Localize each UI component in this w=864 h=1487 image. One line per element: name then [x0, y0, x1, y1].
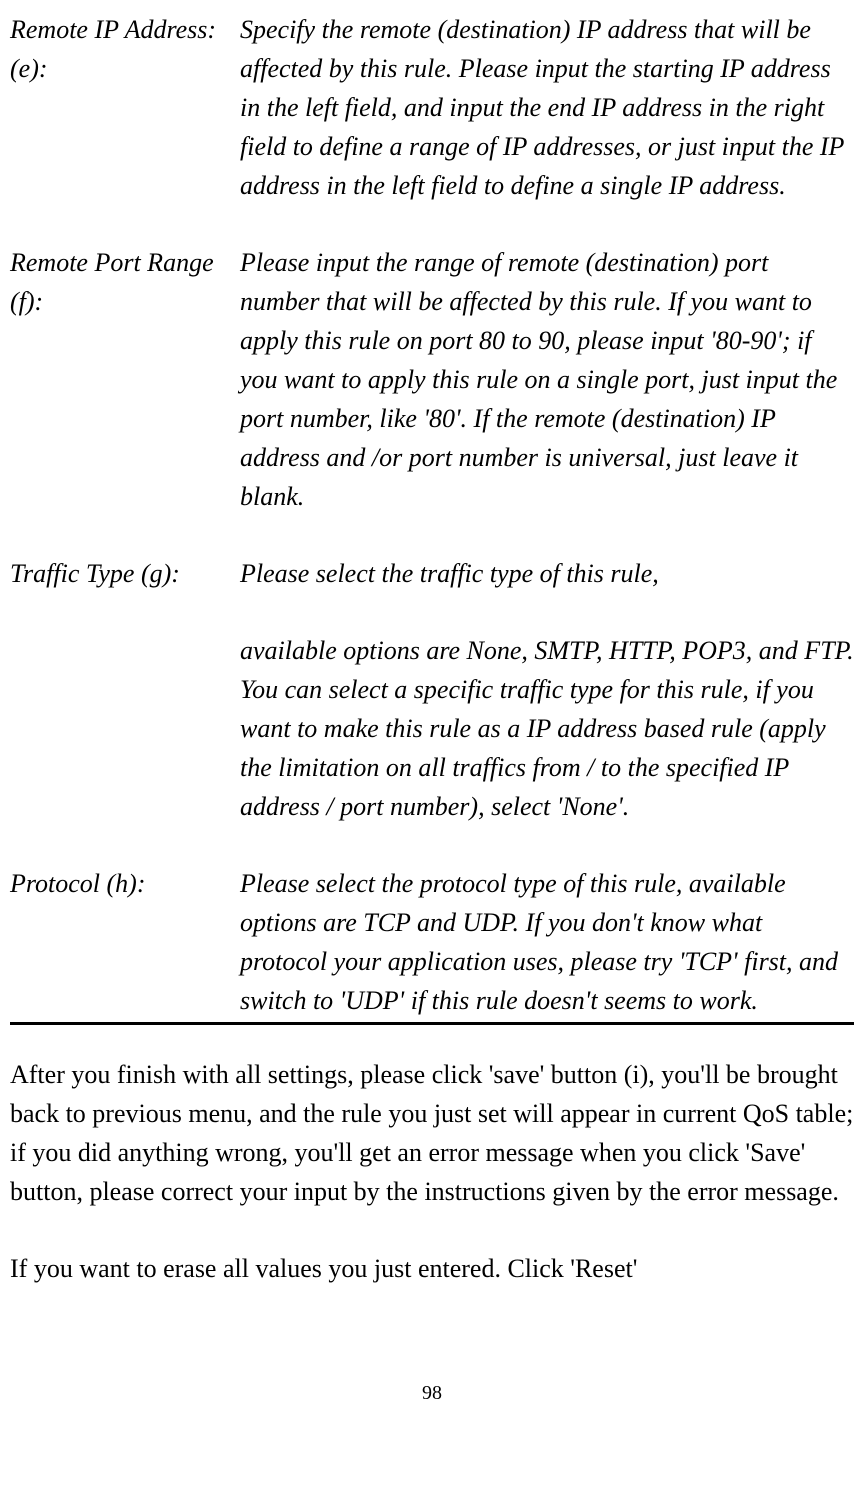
definitions-section: Remote IP Address: (e): Specify the remo… [10, 10, 854, 1025]
term-traffic-type: Traffic Type (g): [10, 554, 240, 826]
description-remote-port: Please input the range of remote (destin… [240, 243, 854, 516]
body-para-2: If you want to erase all values you just… [10, 1249, 854, 1288]
definition-remote-port: Remote Port Range (f): Please input the … [10, 243, 854, 516]
description-traffic-type-p2: available options are None, SMTP, HTTP, … [240, 631, 854, 826]
description-traffic-type-p1: Please select the traffic type of this r… [240, 554, 854, 593]
description-remote-ip: Specify the remote (destination) IP addr… [240, 10, 854, 205]
term-protocol: Protocol (h): [10, 864, 240, 1020]
body-para-1: After you finish with all settings, plea… [10, 1055, 854, 1211]
definition-protocol: Protocol (h): Please select the protocol… [10, 864, 854, 1020]
description-protocol: Please select the protocol type of this … [240, 864, 854, 1020]
term-remote-port: Remote Port Range (f): [10, 243, 240, 516]
definition-traffic-type: Traffic Type (g): Please select the traf… [10, 554, 854, 826]
definition-remote-ip: Remote IP Address: (e): Specify the remo… [10, 10, 854, 205]
term-remote-ip: Remote IP Address: (e): [10, 10, 240, 205]
description-traffic-type: Please select the traffic type of this r… [240, 554, 854, 826]
page-number: 98 [10, 1378, 854, 1408]
